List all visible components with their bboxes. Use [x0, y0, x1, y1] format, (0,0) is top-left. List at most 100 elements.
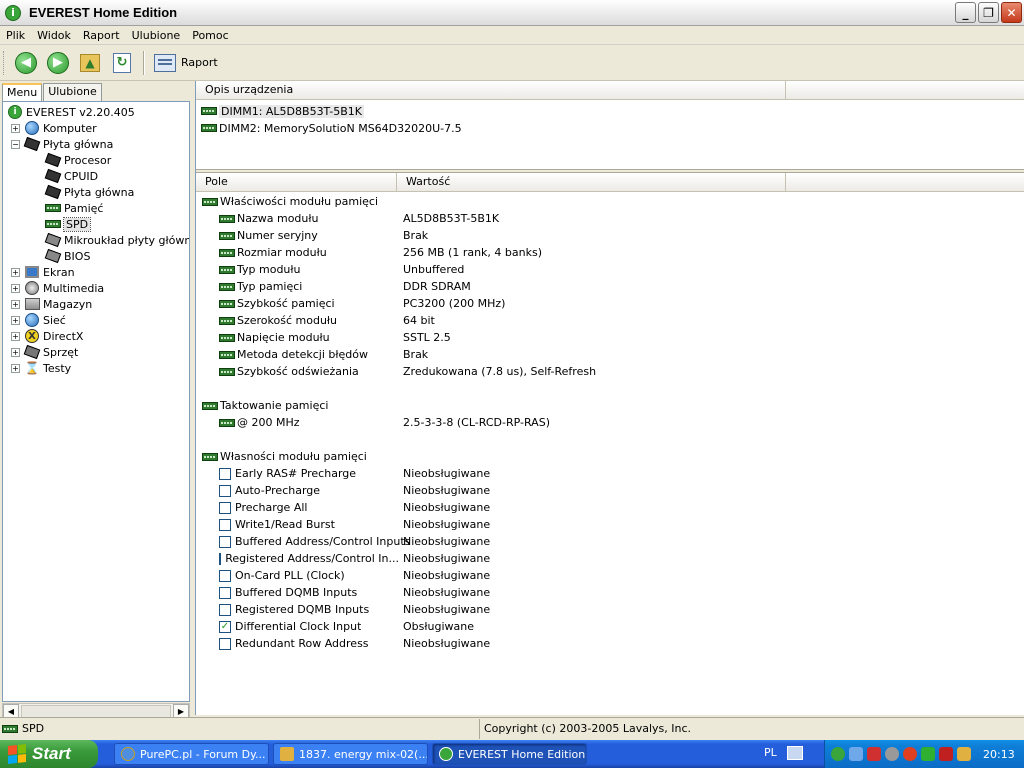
- device-row-dimm2[interactable]: DIMM2: MemorySolutioN MS64D32020U-7.5: [201, 120, 462, 136]
- table-row[interactable]: Buffered DQMB Inputs Nieobsługiwane: [196, 584, 1024, 601]
- tree-item-network[interactable]: + Sieć: [11, 312, 66, 328]
- feature-checkbox[interactable]: [219, 484, 231, 497]
- table-row[interactable]: Numer seryjny Brak: [196, 227, 1024, 244]
- table-row[interactable]: Early RAS# Precharge Nieobsługiwane: [196, 465, 1024, 482]
- clock[interactable]: 20:13: [983, 748, 1015, 761]
- tree-item-multimedia[interactable]: + Multimedia: [11, 280, 104, 296]
- table-row[interactable]: Szybkość pamięci PC3200 (200 MHz): [196, 295, 1024, 312]
- expand-icon[interactable]: +: [11, 363, 20, 373]
- language-indicator[interactable]: PL: [764, 746, 777, 759]
- feature-checkbox[interactable]: [219, 535, 231, 548]
- table-row[interactable]: Rozmiar modułu 256 MB (1 rank, 4 banks): [196, 244, 1024, 261]
- feature-checkbox[interactable]: [219, 518, 231, 531]
- section-row[interactable]: Właściwości modułu pamięci: [196, 193, 1024, 210]
- menu-view[interactable]: Widok: [31, 29, 77, 42]
- toolbar-grip[interactable]: [3, 50, 6, 75]
- table-row[interactable]: Registered Address/Control In... Nieobsł…: [196, 550, 1024, 567]
- security-tray-icon[interactable]: [921, 747, 935, 761]
- forward-button[interactable]: ▶: [45, 50, 71, 76]
- expand-icon[interactable]: +: [11, 347, 20, 357]
- device-row-dimm1[interactable]: DIMM1: AL5D8B53T-5B1K: [201, 103, 364, 119]
- expand-icon[interactable]: +: [11, 315, 20, 325]
- table-row[interactable]: Nazwa modułu AL5D8B53T-5B1K: [196, 210, 1024, 227]
- feature-checkbox[interactable]: [219, 552, 222, 565]
- table-row[interactable]: Buffered Address/Control Inputs Nieobsłu…: [196, 533, 1024, 550]
- collapse-icon[interactable]: −: [11, 139, 20, 149]
- table-row[interactable]: Szerokość modułu 64 bit: [196, 312, 1024, 329]
- feature-checkbox-checked[interactable]: ✓: [219, 620, 231, 633]
- tree-item-spd[interactable]: SPD: [45, 216, 92, 232]
- feature-checkbox[interactable]: [219, 467, 231, 480]
- network-disconnected-icon[interactable]: [867, 747, 881, 761]
- table-row[interactable]: Registered DQMB Inputs Nieobsługiwane: [196, 601, 1024, 618]
- volume-icon[interactable]: [885, 747, 899, 761]
- tab-favorites[interactable]: Ulubione: [43, 83, 102, 101]
- field-column-header[interactable]: Pole: [196, 173, 397, 192]
- feature-checkbox[interactable]: [219, 586, 231, 599]
- table-row[interactable]: Typ pamięci DDR SDRAM: [196, 278, 1024, 295]
- feature-checkbox[interactable]: [219, 501, 231, 514]
- expand-icon[interactable]: +: [11, 331, 20, 341]
- menu-favorites[interactable]: Ulubione: [126, 29, 187, 42]
- network-tray-icon[interactable]: [849, 747, 863, 761]
- taskbar-item-browser[interactable]: PurePC.pl - Forum Dy...: [114, 743, 269, 765]
- menu-file[interactable]: Plik: [0, 29, 31, 42]
- refresh-button[interactable]: ↻: [109, 50, 135, 76]
- table-row[interactable]: @ 200 MHz 2.5-3-3-8 (CL-RCD-RP-RAS): [196, 414, 1024, 431]
- expand-icon[interactable]: +: [11, 123, 20, 133]
- value-column-header[interactable]: Wartość: [397, 173, 786, 192]
- tree-item-storage[interactable]: + Magazyn: [11, 296, 92, 312]
- antivirus-icon[interactable]: [903, 747, 917, 761]
- tree-item-cpuid[interactable]: CPUID: [44, 168, 98, 184]
- minimize-button[interactable]: _: [955, 2, 976, 23]
- tree-item-tests[interactable]: + ⌛ Testy: [11, 360, 71, 376]
- close-button[interactable]: ✕: [1001, 2, 1022, 23]
- tree-item-memory[interactable]: Pamięć: [45, 200, 103, 216]
- taskbar-item-everest[interactable]: EVEREST Home Edition: [432, 743, 587, 765]
- k-tray-icon[interactable]: [939, 747, 953, 761]
- tree-item-directx[interactable]: + X DirectX: [11, 328, 83, 344]
- tree-item-hardware[interactable]: + Sprzęt: [11, 344, 78, 360]
- tree-item-motherboard-info[interactable]: Płyta główna: [44, 184, 134, 200]
- tree-item-chipset[interactable]: Mikroukład płyty głównej: [44, 232, 189, 248]
- expand-icon[interactable]: +: [11, 299, 20, 309]
- menu-report[interactable]: Raport: [77, 29, 126, 42]
- tree-root[interactable]: i EVEREST v2.20.405: [7, 104, 135, 120]
- table-row[interactable]: Szybkość odświeżania Zredukowana (7.8 us…: [196, 363, 1024, 380]
- table-row[interactable]: Precharge All Nieobsługiwane: [196, 499, 1024, 516]
- report-button[interactable]: Raport: [150, 53, 222, 72]
- device-description-column[interactable]: Opis urządzenia: [196, 81, 786, 100]
- tree-item-bios[interactable]: BIOS: [44, 248, 90, 264]
- feature-checkbox[interactable]: [219, 603, 231, 616]
- expand-icon[interactable]: +: [11, 267, 20, 277]
- tree-item-cpu[interactable]: Procesor: [44, 152, 111, 168]
- table-row[interactable]: Auto-Precharge Nieobsługiwane: [196, 482, 1024, 499]
- navigation-tree[interactable]: i EVEREST v2.20.405 + Komputer − Płyta g…: [2, 101, 190, 702]
- tree-item-motherboard[interactable]: − Płyta główna: [11, 136, 113, 152]
- table-row[interactable]: ✓ Differential Clock Input Obsługiwane: [196, 618, 1024, 635]
- up-button[interactable]: ▲: [77, 50, 103, 76]
- back-button[interactable]: ◀: [13, 50, 39, 76]
- table-row[interactable]: Napięcie modułu SSTL 2.5: [196, 329, 1024, 346]
- tree-item-computer[interactable]: + Komputer: [11, 120, 97, 136]
- section-row[interactable]: Własności modułu pamięci: [196, 448, 1024, 465]
- tab-menu[interactable]: Menu: [2, 83, 43, 102]
- table-row[interactable]: Write1/Read Burst Nieobsługiwane: [196, 516, 1024, 533]
- feature-checkbox[interactable]: [219, 569, 231, 582]
- start-button[interactable]: Start: [0, 740, 98, 768]
- feature-checkbox[interactable]: [219, 637, 231, 650]
- expand-icon[interactable]: +: [11, 283, 20, 293]
- keyboard-icon[interactable]: [787, 746, 803, 760]
- menu-help[interactable]: Pomoc: [186, 29, 234, 42]
- tree-item-display[interactable]: + Ekran: [11, 264, 75, 280]
- restore-button[interactable]: ❐: [978, 2, 999, 23]
- title-bar[interactable]: i EVEREST Home Edition _ ❐ ✕: [0, 0, 1024, 26]
- everest-tray-icon[interactable]: [831, 747, 845, 761]
- table-row[interactable]: Metoda detekcji błędów Brak: [196, 346, 1024, 363]
- notes-tray-icon[interactable]: [957, 747, 971, 761]
- table-row[interactable]: Redundant Row Address Nieobsługiwane: [196, 635, 1024, 652]
- table-row[interactable]: On-Card PLL (Clock) Nieobsługiwane: [196, 567, 1024, 584]
- taskbar-item-image[interactable]: 1837. energy mix-02(...: [273, 743, 428, 765]
- table-row[interactable]: Typ modułu Unbuffered: [196, 261, 1024, 278]
- section-row[interactable]: Taktowanie pamięci: [196, 397, 1024, 414]
